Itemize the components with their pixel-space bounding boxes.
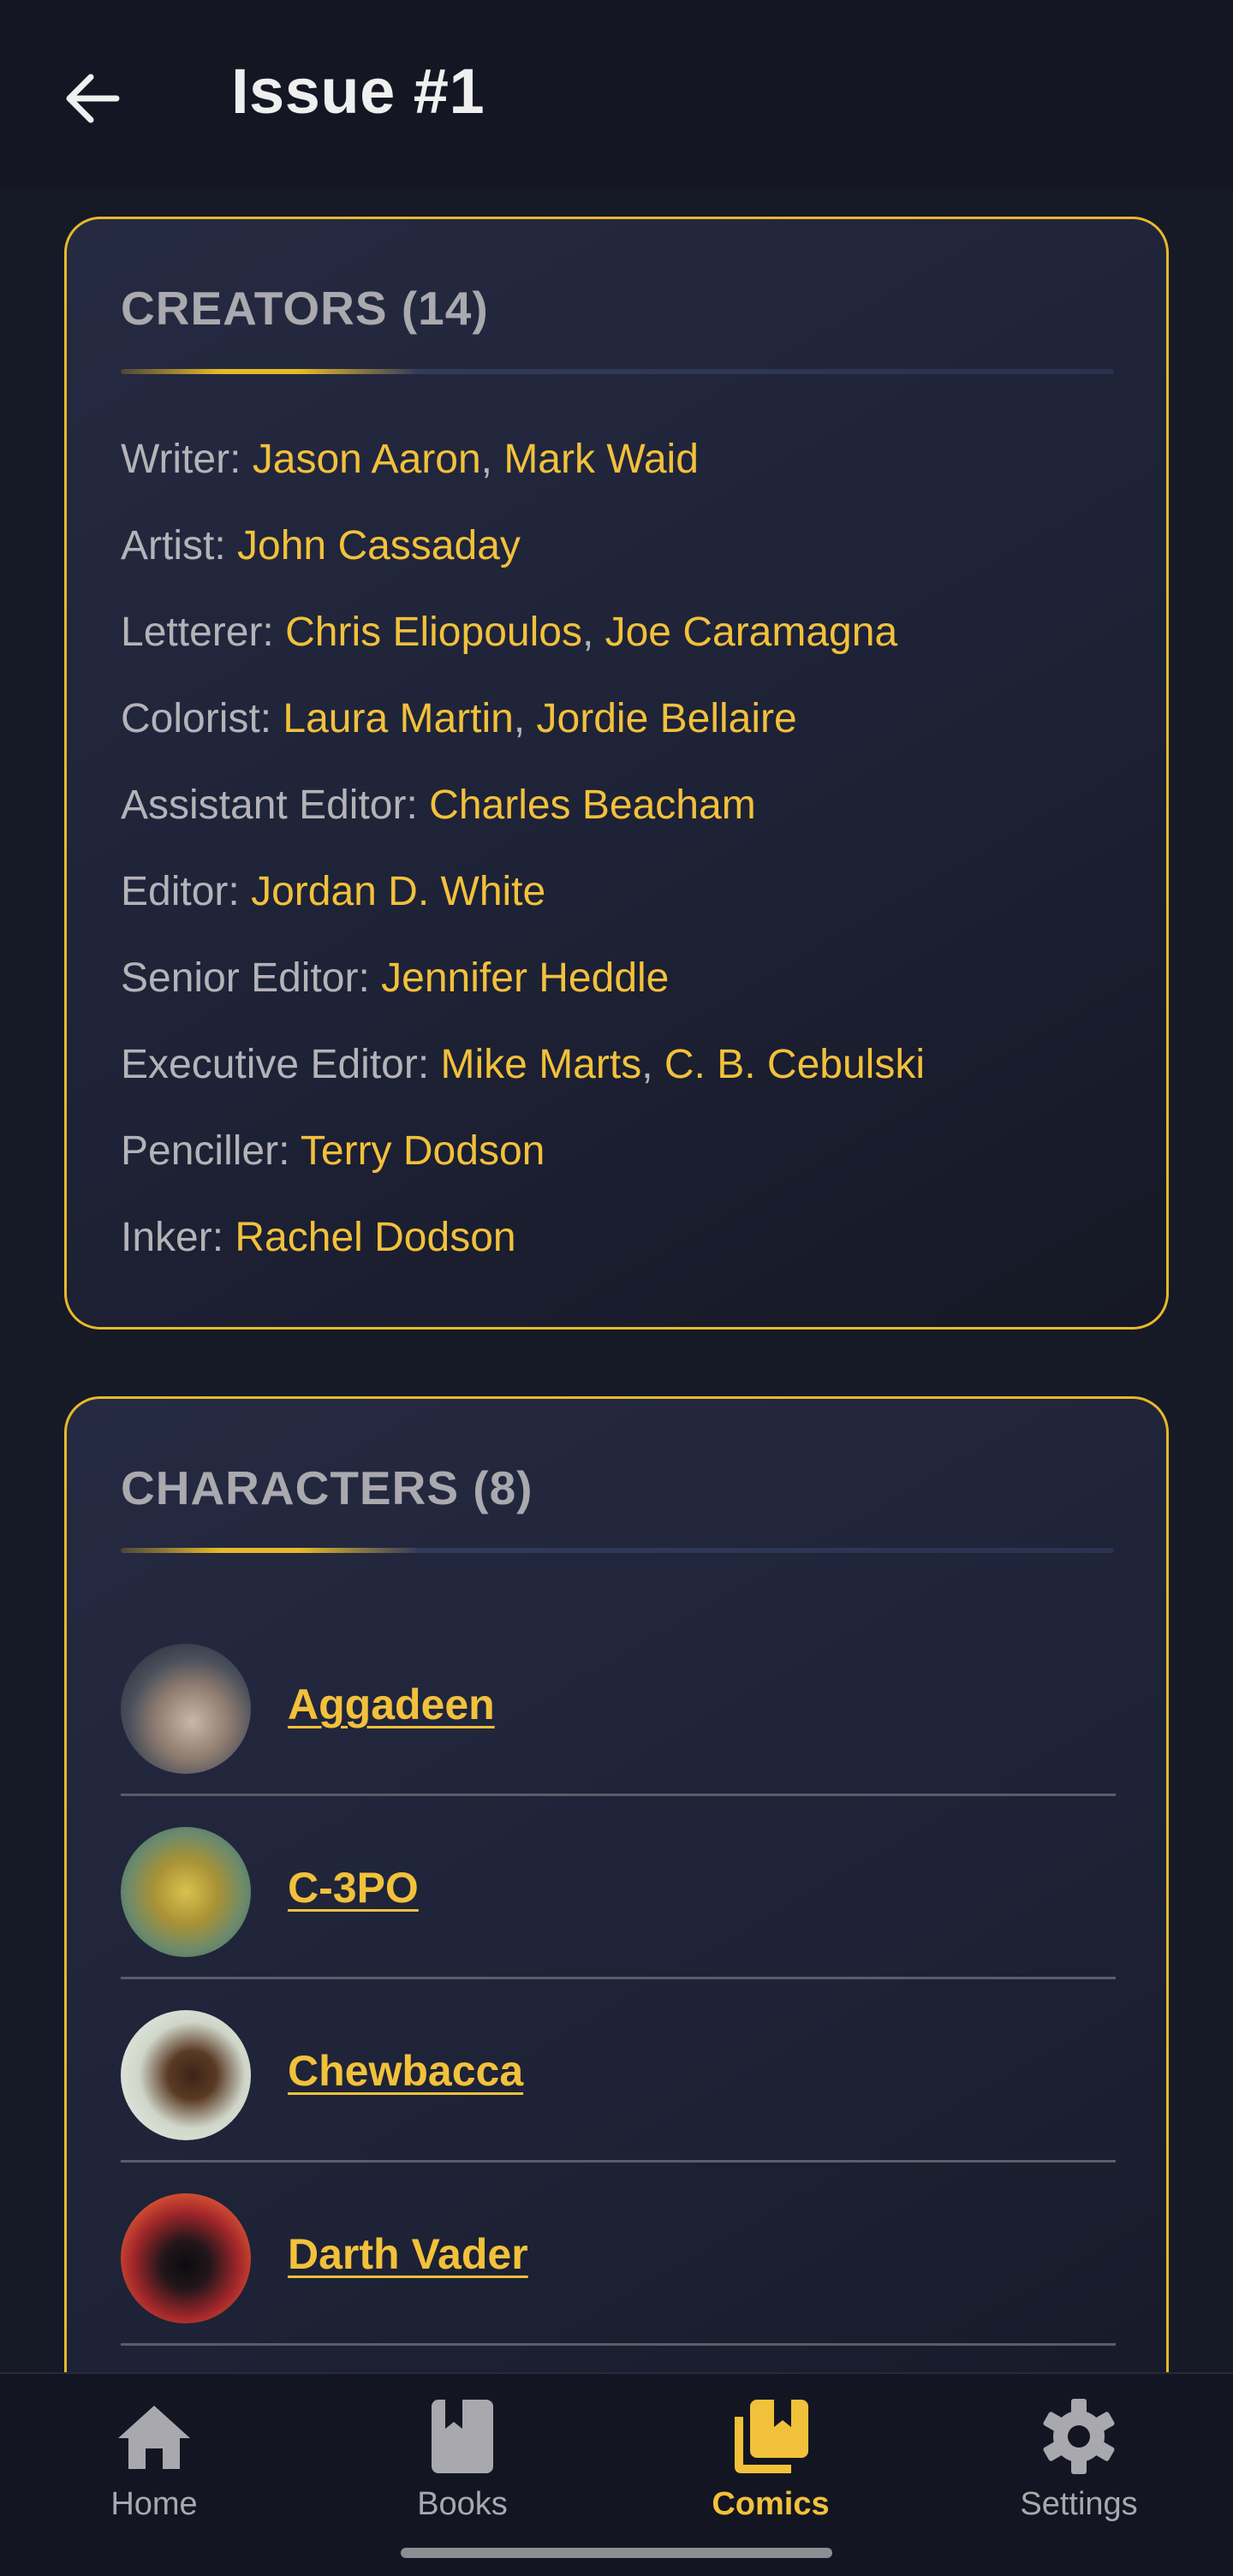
credit-role: Penciller:: [121, 1128, 290, 1174]
credit-row: Writer: Jason Aaron, Mark Waid: [121, 416, 1131, 503]
nav-label: Books: [417, 2486, 508, 2522]
section-divider: [121, 1548, 1114, 1553]
credit-row: Letterer: Chris Eliopoulos, Joe Caramagn…: [121, 589, 1131, 675]
creator-link[interactable]: Joe Caramagna: [605, 610, 898, 655]
character-avatar[interactable]: [121, 2010, 251, 2140]
credit-separator: ,: [581, 610, 605, 655]
credit-separator: ,: [641, 1042, 664, 1087]
creator-link[interactable]: Jordan D. White: [251, 869, 545, 914]
comics-icon: [730, 2395, 812, 2478]
credit-role: Letterer:: [121, 610, 274, 655]
gear-icon: [1038, 2395, 1120, 2478]
creator-link[interactable]: Rachel Dodson: [235, 1215, 515, 1260]
character-link[interactable]: Chewbacca: [288, 1979, 523, 2163]
nav-comics[interactable]: Comics: [616, 2395, 925, 2541]
back-button[interactable]: [53, 60, 130, 137]
credit-role: Editor:: [121, 869, 240, 914]
credit-row: Executive Editor: Mike Marts, C. B. Cebu…: [121, 1021, 1131, 1108]
nav-label: Home: [110, 2486, 198, 2522]
home-icon: [113, 2395, 195, 2478]
character-avatar[interactable]: [121, 1827, 251, 1957]
creator-link[interactable]: Mark Waid: [503, 437, 699, 482]
creator-link[interactable]: C. B. Cebulski: [664, 1042, 925, 1087]
character-link[interactable]: Aggadeen: [288, 1613, 495, 1796]
credit-role: Writer:: [121, 437, 241, 482]
credit-row: Inker: Rachel Dodson: [121, 1194, 1131, 1281]
credit-role: Assistant Editor:: [121, 782, 418, 828]
creator-link[interactable]: Chris Eliopoulos: [285, 610, 582, 655]
book-icon: [421, 2395, 503, 2478]
creator-link[interactable]: Charles Beacham: [429, 782, 756, 828]
credit-row: Assistant Editor: Charles Beacham: [121, 762, 1131, 848]
credit-role: Inker:: [121, 1215, 224, 1260]
credit-row: Artist: John Cassaday: [121, 503, 1131, 589]
creator-link[interactable]: Mike Marts: [441, 1042, 642, 1087]
character-avatar[interactable]: [121, 2193, 251, 2323]
nav-books[interactable]: Books: [308, 2395, 616, 2541]
creator-link[interactable]: Terry Dodson: [301, 1128, 545, 1174]
nav-label: Comics: [712, 2486, 830, 2522]
credit-row: Editor: Jordan D. White: [121, 848, 1131, 935]
top-app-bar: Issue #1: [0, 0, 1233, 188]
creators-card: CREATORS (14) Writer: Jason Aaron, Mark …: [64, 217, 1169, 1330]
creator-link[interactable]: Jordie Bellaire: [537, 696, 797, 741]
credit-role: Artist:: [121, 523, 226, 568]
creator-link[interactable]: Jennifer Heddle: [381, 955, 669, 1001]
credit-role: Senior Editor:: [121, 955, 370, 1001]
character-row[interactable]: Darth Vader: [121, 2163, 1116, 2346]
creators-title: CREATORS (14): [121, 282, 489, 335]
character-link[interactable]: Darth Vader: [288, 2163, 528, 2346]
creator-link[interactable]: John Cassaday: [237, 523, 521, 568]
credit-row: Colorist: Laura Martin, Jordie Bellaire: [121, 675, 1131, 762]
bottom-navigation: Home Books Comics Settings: [0, 2372, 1233, 2576]
page-title: Issue #1: [231, 56, 485, 127]
creator-link[interactable]: Jason Aaron: [253, 437, 481, 482]
home-indicator: [401, 2548, 832, 2558]
credit-row: Senior Editor: Jennifer Heddle: [121, 935, 1131, 1021]
creator-link[interactable]: Laura Martin: [283, 696, 513, 741]
character-row[interactable]: Chewbacca: [121, 1979, 1116, 2163]
credit-separator: ,: [513, 696, 537, 741]
nav-home[interactable]: Home: [0, 2395, 308, 2541]
credits-list: Writer: Jason Aaron, Mark Waid Artist: Jo…: [121, 416, 1131, 1281]
arrow-left-icon: [66, 74, 120, 123]
character-row[interactable]: C-3PO: [121, 1796, 1116, 1979]
credit-separator: ,: [480, 437, 504, 482]
nav-settings[interactable]: Settings: [925, 2395, 1233, 2541]
credit-role: Colorist:: [121, 696, 272, 741]
character-row[interactable]: Aggadeen: [121, 1613, 1116, 1796]
section-divider: [121, 369, 1114, 374]
character-link[interactable]: C-3PO: [288, 1796, 419, 1979]
credit-role: Executive Editor:: [121, 1042, 430, 1087]
characters-title: CHARACTERS (8): [121, 1461, 533, 1514]
nav-label: Settings: [1020, 2486, 1138, 2522]
credit-row: Penciller: Terry Dodson: [121, 1108, 1131, 1194]
character-avatar[interactable]: [121, 1644, 251, 1774]
